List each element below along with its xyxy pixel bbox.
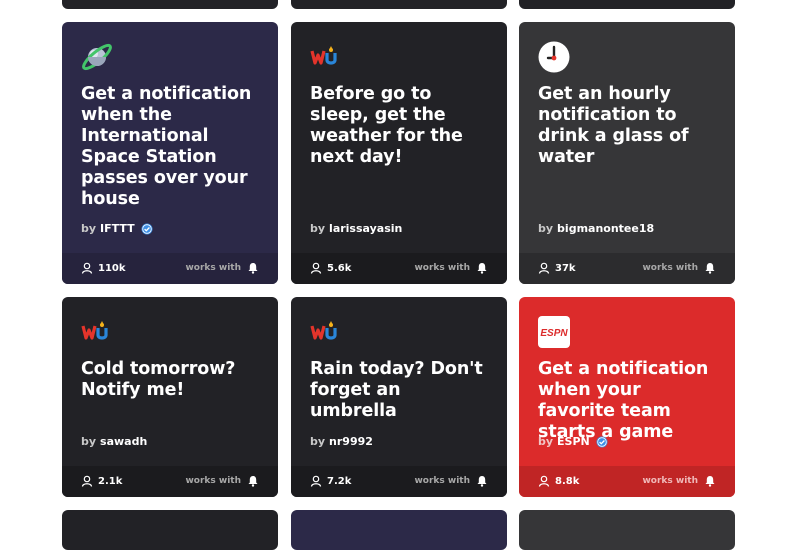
by-label: by: [538, 222, 554, 235]
applet-footer: 8.8k works with: [519, 466, 735, 497]
applet-card-sleep-weather[interactable]: Before go to sleep, get the weather for …: [291, 22, 507, 284]
partial-card-bottom-1[interactable]: [62, 510, 278, 550]
applet-footer: 7.2k works with: [291, 466, 507, 497]
applet-card-hourly-water[interactable]: Get an hourly notification to drink a gl…: [519, 22, 735, 284]
works-with-label: works with: [642, 476, 698, 486]
partial-card-top-1[interactable]: [62, 0, 278, 9]
verified-badge-icon: [141, 223, 153, 234]
user-count: 5.6k: [310, 262, 351, 274]
author-name: larissayasin: [329, 222, 403, 235]
author-name: ESPN: [557, 435, 590, 448]
by-label: by: [310, 435, 326, 448]
works-with: works with: [185, 262, 259, 274]
author-name: IFTTT: [100, 222, 135, 235]
bell-icon: [248, 263, 258, 274]
user-count: 7.2k: [310, 475, 351, 487]
works-with-label: works with: [414, 263, 470, 273]
user-count-value: 8.8k: [555, 475, 580, 487]
works-with: works with: [642, 262, 716, 274]
weather-underground-icon: [81, 316, 113, 348]
planet-icon: [81, 41, 113, 73]
applet-card-cold-tomorrow[interactable]: Cold tomorrow? Notify me! by sawadh 2.1k…: [62, 297, 278, 497]
bell-icon: [248, 476, 258, 487]
bell-icon: [705, 476, 715, 487]
user-count-value: 37k: [555, 262, 576, 274]
by-label: by: [81, 222, 97, 235]
bell-icon: [477, 263, 487, 274]
works-with-label: works with: [642, 263, 698, 273]
applet-author[interactable]: by sawadh: [81, 435, 147, 448]
bell-icon: [477, 476, 487, 487]
works-with: works with: [414, 262, 488, 274]
applet-title: Before go to sleep, get the weather for …: [310, 84, 463, 167]
applet-author[interactable]: by ESPN: [538, 435, 608, 448]
user-count-value: 5.6k: [327, 262, 352, 274]
applet-footer: 37k works with: [519, 253, 735, 284]
weather-underground-icon: [310, 41, 342, 73]
bell-icon: [705, 263, 715, 274]
works-with: works with: [642, 475, 716, 487]
users-icon: [310, 262, 322, 274]
applet-author[interactable]: by bigmanontee18: [538, 222, 654, 235]
partial-card-bottom-2[interactable]: [291, 510, 507, 550]
works-with-label: works with: [414, 476, 470, 486]
partial-card-bottom-3[interactable]: [519, 510, 735, 550]
applet-title: Get an hourly notification to drink a gl…: [538, 84, 689, 167]
by-label: by: [310, 222, 326, 235]
works-with: works with: [414, 475, 488, 487]
user-count: 8.8k: [538, 475, 579, 487]
user-count: 2.1k: [81, 475, 122, 487]
author-name: bigmanontee18: [557, 222, 655, 235]
user-count-value: 7.2k: [327, 475, 352, 487]
applet-card-iss[interactable]: Get a notification when the Internationa…: [62, 22, 278, 284]
user-count-value: 2.1k: [98, 475, 123, 487]
users-icon: [81, 262, 93, 274]
works-with: works with: [185, 475, 259, 487]
applet-author[interactable]: by IFTTT: [81, 222, 153, 235]
applet-title: Cold tomorrow? Notify me!: [81, 359, 236, 400]
applet-author[interactable]: by nr9992: [310, 435, 373, 448]
by-label: by: [81, 435, 97, 448]
author-name: nr9992: [329, 435, 373, 448]
users-icon: [538, 475, 550, 487]
clock-icon: [538, 41, 570, 73]
user-count-value: 110k: [98, 262, 126, 274]
applet-title: Get a notification when your favorite te…: [538, 359, 709, 442]
works-with-label: works with: [185, 263, 241, 273]
applet-card-espn[interactable]: ESPN Get a notification when your favori…: [519, 297, 735, 497]
applet-footer: 5.6k works with: [291, 253, 507, 284]
author-name: sawadh: [100, 435, 148, 448]
weather-underground-icon: [310, 316, 342, 348]
partial-card-top-3[interactable]: [519, 0, 735, 9]
espn-icon: ESPN: [538, 316, 570, 348]
works-with-label: works with: [185, 476, 241, 486]
applet-card-rain-today[interactable]: Rain today? Don't forget an umbrella by …: [291, 297, 507, 497]
verified-badge-icon: [596, 436, 608, 447]
applet-title: Rain today? Don't forget an umbrella: [310, 359, 483, 421]
users-icon: [310, 475, 322, 487]
partial-card-top-2[interactable]: [291, 0, 507, 9]
user-count: 110k: [81, 262, 126, 274]
applet-footer: 2.1k works with: [62, 466, 278, 497]
svg-text:ESPN: ESPN: [540, 328, 568, 339]
users-icon: [538, 262, 550, 274]
by-label: by: [538, 435, 554, 448]
users-icon: [81, 475, 93, 487]
user-count: 37k: [538, 262, 576, 274]
applet-author[interactable]: by larissayasin: [310, 222, 402, 235]
applet-footer: 110k works with: [62, 253, 278, 284]
applet-title: Get a notification when the Internationa…: [81, 84, 252, 209]
